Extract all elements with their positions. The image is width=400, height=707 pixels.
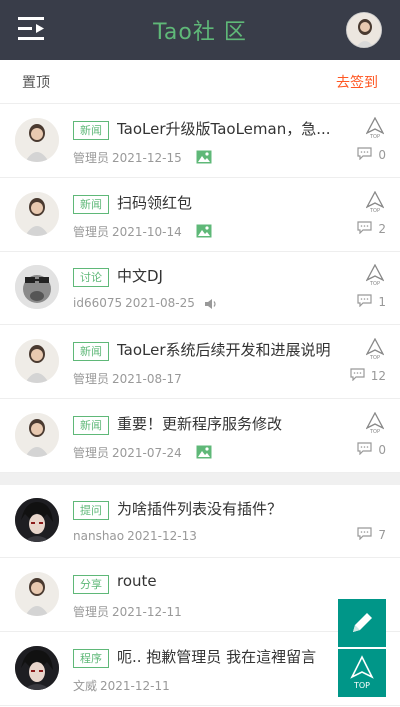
comment-number: 0 (378, 148, 386, 162)
comment-icon (357, 527, 372, 543)
comment-number: 7 (378, 528, 386, 542)
post-author[interactable]: 管理员 (73, 372, 109, 386)
post-meta: nanshao 2021-12-13 (73, 529, 197, 543)
pinned-top-icon: TOP (365, 337, 385, 361)
post-date: 2021-10-14 (112, 225, 182, 239)
post-date: 2021-12-13 (127, 529, 197, 543)
post-meta: 管理员 2021-12-15 (73, 149, 182, 166)
avatar[interactable] (15, 646, 59, 690)
pinned-top-icon: TOP (365, 116, 385, 140)
post-title[interactable]: route (117, 572, 157, 590)
post-meta: 管理员 2021-08-17 (73, 370, 182, 387)
avatar[interactable] (15, 572, 59, 616)
post-title[interactable]: 重要！更新程序服务修改 (117, 413, 282, 434)
post-author[interactable]: 管理员 (73, 446, 109, 460)
post-date: 2021-08-17 (112, 372, 182, 386)
pinned-label: 置顶 (22, 75, 50, 91)
post-meta: id66075 2021-08-25 (73, 296, 195, 310)
post-meta: 管理员 2021-10-14 (73, 223, 182, 240)
signin-link[interactable]: 去签到 (336, 72, 378, 92)
post-title[interactable]: TaoLer升级版TaoLeman，急... (117, 118, 331, 139)
comment-count: 12 (350, 368, 386, 384)
post-date: 2021-12-15 (112, 151, 182, 165)
list-item[interactable]: 新闻 TaoLer系统后续开发和进展说明 管理员 2021-08-17 TOP 1… (0, 326, 400, 399)
post-author[interactable]: 管理员 (73, 225, 109, 239)
section-divider (0, 473, 400, 485)
svg-text:TOP: TOP (369, 281, 380, 286)
comment-number: 2 (378, 222, 386, 236)
list-item[interactable]: 新闻 重要！更新程序服务修改 管理员 2021-07-24 TOP 0 (0, 400, 400, 473)
post-author[interactable]: 管理员 (73, 151, 109, 165)
pinned-top-icon: TOP (365, 411, 385, 435)
post-title[interactable]: 扫码领红包 (117, 192, 192, 213)
user-avatar[interactable] (346, 12, 382, 48)
image-icon (196, 223, 212, 238)
avatar[interactable] (15, 339, 59, 383)
category-badge[interactable]: 讨论 (73, 268, 109, 287)
avatar[interactable] (15, 413, 59, 457)
list-item[interactable]: 提问 为啥插件列表没有插件？ nanshao 2021-12-13 7 (0, 485, 400, 558)
category-badge[interactable]: 新闻 (73, 342, 109, 361)
svg-text:TOP: TOP (369, 134, 380, 139)
post-author[interactable]: nanshao (73, 529, 124, 543)
post-title[interactable]: TaoLer系统后续开发和进展说明 (117, 339, 331, 360)
avatar[interactable] (15, 118, 59, 162)
post-author[interactable]: 文威 (73, 679, 97, 693)
audio-icon (204, 296, 218, 310)
category-badge[interactable]: 提问 (73, 501, 109, 520)
post-title[interactable]: 为啥插件列表没有插件？ (117, 498, 282, 519)
image-icon (196, 444, 212, 459)
comment-number: 1 (378, 295, 386, 309)
svg-text:TOP: TOP (369, 355, 380, 360)
comment-count: 7 (357, 527, 386, 543)
back-to-top-label: TOP (353, 681, 370, 690)
comment-count: 2 (357, 221, 386, 237)
avatar[interactable] (15, 498, 59, 542)
write-post-button[interactable] (338, 599, 386, 647)
pinned-header: 置顶 去签到 (0, 60, 400, 104)
category-badge[interactable]: 新闻 (73, 121, 109, 140)
comment-icon (357, 221, 372, 237)
comment-icon (350, 368, 365, 384)
post-date: 2021-08-25 (125, 296, 195, 310)
post-author[interactable]: 管理员 (73, 605, 109, 619)
category-badge[interactable]: 程序 (73, 649, 109, 668)
category-badge[interactable]: 新闻 (73, 195, 109, 214)
comment-icon (357, 294, 372, 310)
svg-text:TOP: TOP (369, 429, 380, 434)
list-item[interactable]: 新闻 扫码领红包 管理员 2021-10-14 TOP 2 (0, 179, 400, 252)
comment-icon (357, 147, 372, 163)
category-badge[interactable]: 分享 (73, 575, 109, 594)
comment-count: 1 (357, 294, 386, 310)
list-item[interactable]: 讨论 中文DJ id66075 2021-08-25 TOP 1 (0, 252, 400, 325)
post-title[interactable]: 呃.. 抱歉管理员 我在這裡留言 (117, 646, 316, 667)
post-meta: 管理员 2021-07-24 (73, 444, 182, 461)
post-date: 2021-12-11 (100, 679, 170, 693)
pinned-top-icon: TOP (365, 263, 385, 287)
image-icon (196, 149, 212, 164)
category-badge[interactable]: 新闻 (73, 416, 109, 435)
post-date: 2021-07-24 (112, 446, 182, 460)
list-item[interactable]: 新闻 TaoLer升级版TaoLeman，急... 管理员 2021-12-15 … (0, 105, 400, 178)
comment-count: 0 (357, 147, 386, 163)
comment-number: 12 (370, 369, 386, 383)
avatar[interactable] (15, 192, 59, 236)
comment-number: 0 (378, 443, 386, 457)
top-navbar: Tao社 区 (0, 0, 400, 60)
back-to-top-button[interactable]: TOP (338, 649, 386, 697)
site-logo[interactable]: Tao社 区 (0, 14, 400, 46)
pencil-icon (353, 613, 372, 632)
pinned-top-icon: TOP (365, 190, 385, 214)
post-meta: 管理员 2021-12-11 (73, 603, 182, 620)
post-author[interactable]: id66075 (73, 296, 122, 310)
post-meta: 文威 2021-12-11 (73, 677, 170, 694)
post-title[interactable]: 中文DJ (117, 265, 163, 286)
svg-text:TOP: TOP (369, 208, 380, 213)
avatar[interactable] (15, 265, 59, 309)
comment-icon (357, 442, 372, 458)
post-date: 2021-12-11 (112, 605, 182, 619)
comment-count: 0 (357, 442, 386, 458)
